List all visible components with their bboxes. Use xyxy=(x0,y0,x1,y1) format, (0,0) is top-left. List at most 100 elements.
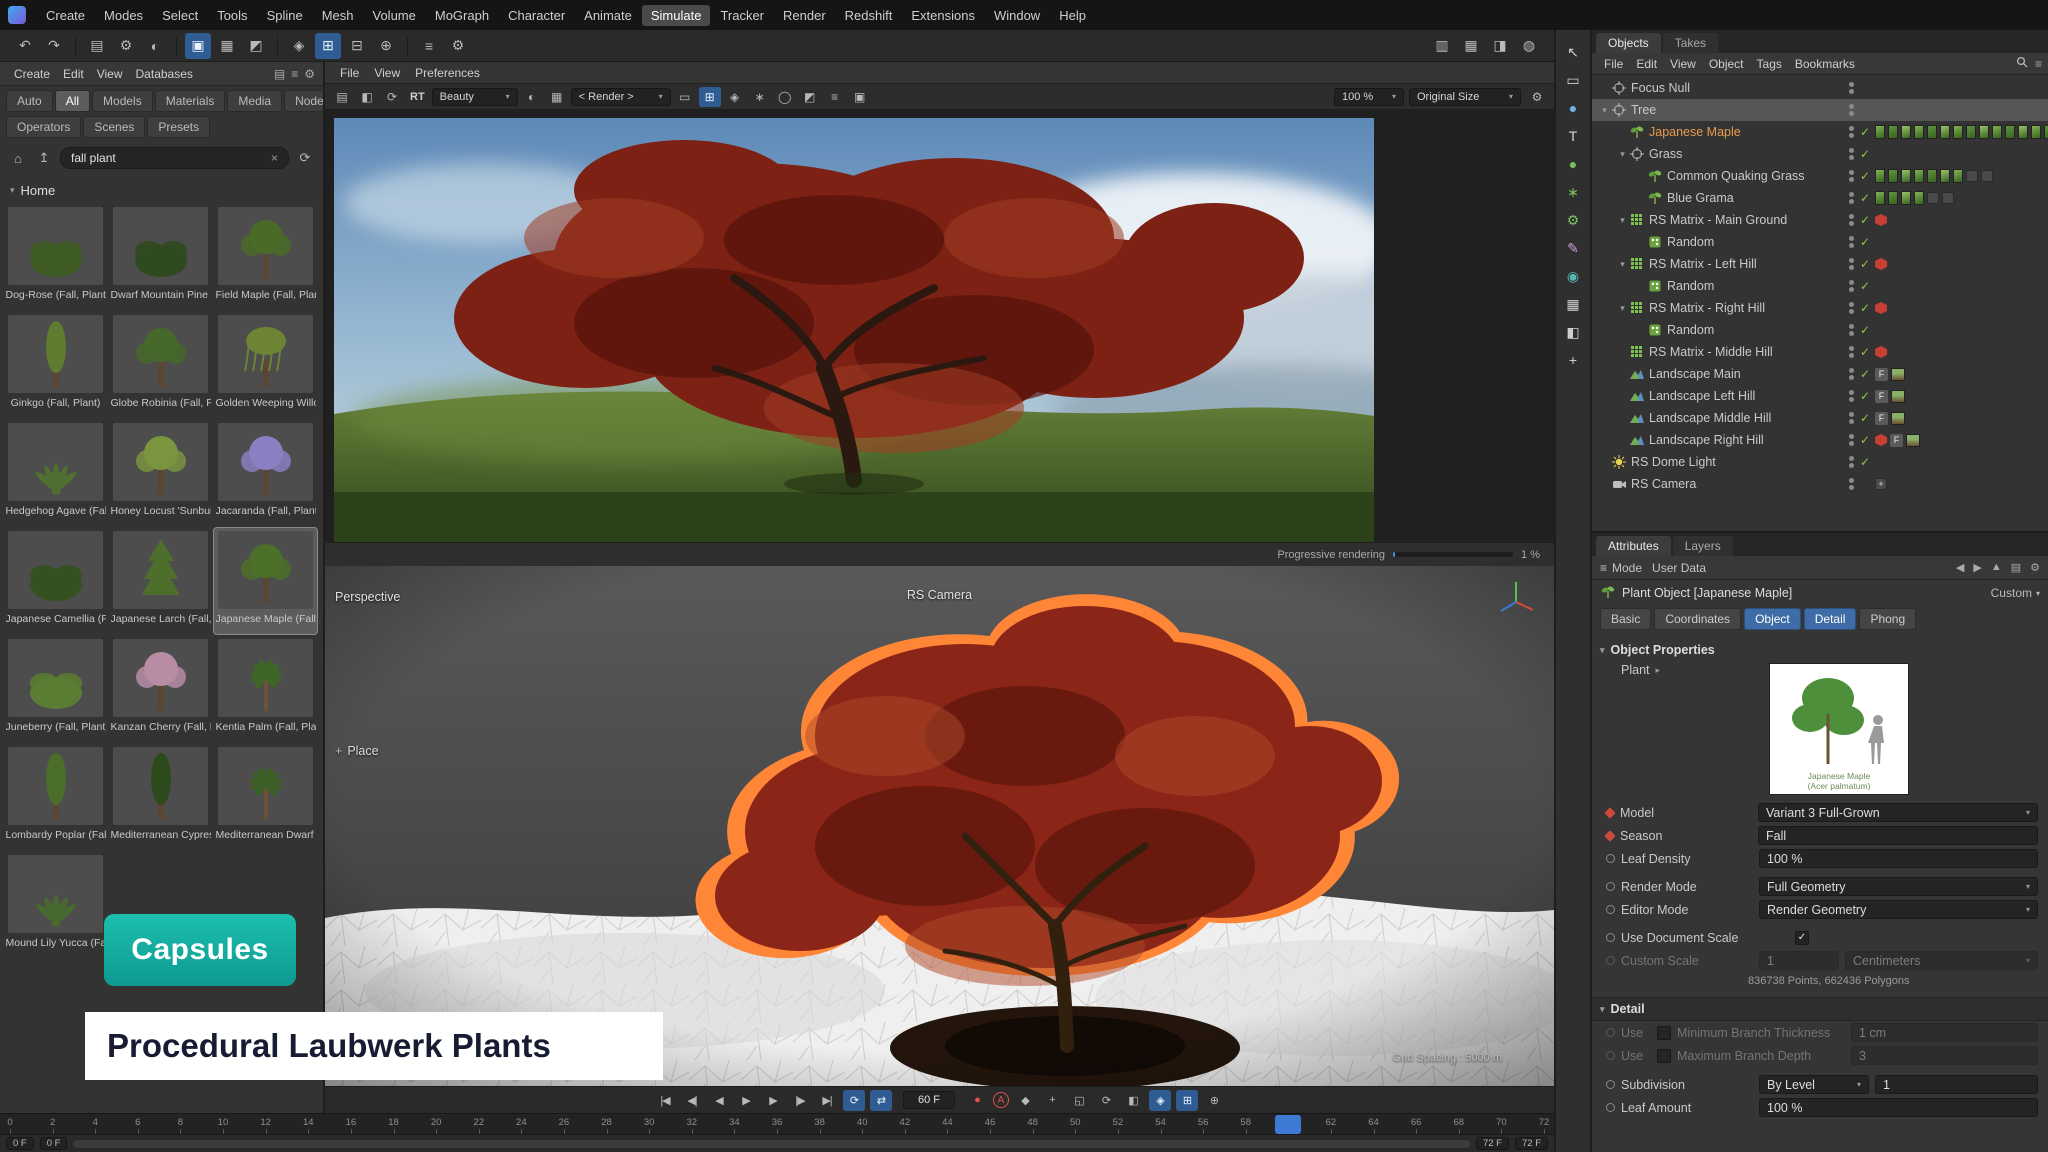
snap-icon[interactable]: ⊞ xyxy=(315,33,341,59)
gear-icon[interactable]: ⚙ xyxy=(2030,561,2040,574)
enable-check-icon[interactable]: ✓ xyxy=(1858,345,1872,359)
om-menu-edit[interactable]: Edit xyxy=(1630,55,1663,73)
section-tab-coordinates[interactable]: Coordinates xyxy=(1654,608,1741,630)
asset-item-dwarf-mountain-pine[interactable]: Dwarf Mountain Pine (... xyxy=(109,204,212,310)
material-swatch[interactable] xyxy=(1927,125,1937,139)
select-tool-icon[interactable]: ↖ xyxy=(1560,40,1586,64)
render-settings-icon[interactable]: ⚙ xyxy=(113,33,139,59)
quantize-button[interactable]: ⊞ xyxy=(1176,1090,1198,1111)
expand-icon[interactable]: ▾ xyxy=(1616,149,1629,160)
om-menu-bookmarks[interactable]: Bookmarks xyxy=(1789,55,1861,73)
visibility-dots[interactable] xyxy=(1847,412,1855,424)
visibility-dots[interactable] xyxy=(1847,126,1855,138)
keyframe-dot-icon[interactable] xyxy=(1606,882,1615,891)
asset-item-mound-lily-yucca-fall[interactable]: Mound Lily Yucca (Fall... xyxy=(4,852,107,958)
asset-item-dog-rose-fall-plant[interactable]: Dog-Rose (Fall, Plant) xyxy=(4,204,107,310)
object-properties-header[interactable]: ▾ Object Properties xyxy=(1592,637,2048,661)
material-swatch[interactable] xyxy=(1875,125,1885,139)
pv-icon[interactable]: ▣ xyxy=(849,87,871,107)
tag-icon[interactable] xyxy=(1927,192,1939,204)
menu-tools[interactable]: Tools xyxy=(208,5,256,26)
settings-icon[interactable]: ⚙ xyxy=(445,33,471,59)
enable-check-icon[interactable]: ✓ xyxy=(1858,301,1872,315)
enable-check-icon[interactable]: ✓ xyxy=(1858,367,1872,381)
menu-select[interactable]: Select xyxy=(153,5,207,26)
material-swatch[interactable] xyxy=(2044,125,2048,139)
go-to-start-button[interactable]: |◀ xyxy=(654,1090,676,1111)
render-mode-dropdown[interactable]: Full Geometry ▾ xyxy=(1759,877,2038,896)
text-tool-icon[interactable]: T xyxy=(1560,124,1586,148)
enable-check-icon[interactable]: ✓ xyxy=(1858,323,1872,337)
model-mode-icon[interactable]: ▣ xyxy=(185,33,211,59)
layout-quad-icon[interactable]: ▦ xyxy=(1458,33,1484,59)
object-row-rs-matrix-middle-hill[interactable]: RS Matrix - Middle Hill✓ xyxy=(1592,341,2048,363)
material-swatch[interactable] xyxy=(2031,125,2041,139)
prev-key-button[interactable]: ◀| xyxy=(681,1090,703,1111)
filter-tab-models[interactable]: Models xyxy=(92,90,153,112)
filter-tab-all[interactable]: All xyxy=(55,90,90,112)
mode-menu[interactable]: ≡ Mode xyxy=(1600,561,1642,575)
camera-label[interactable]: RS Camera xyxy=(325,588,1554,602)
category-tab-operators[interactable]: Operators xyxy=(6,116,81,138)
filter-icon[interactable]: ≡ xyxy=(2035,57,2042,71)
material-swatch[interactable] xyxy=(1914,169,1924,183)
material-swatch[interactable] xyxy=(1888,169,1898,183)
asset-item-mediterranean-dwarf[interactable]: Mediterranean Dwarf ... xyxy=(214,744,317,850)
material-swatch[interactable] xyxy=(1966,125,1976,139)
search-icon[interactable] xyxy=(2016,56,2028,71)
refresh-icon[interactable]: ⟳ xyxy=(381,87,403,107)
object-row-japanese-maple[interactable]: Japanese Maple✓ xyxy=(1592,121,2048,143)
perspective-viewport[interactable]: Perspective RS Camera + Place Grid Spaci… xyxy=(325,566,1554,1086)
undo-icon[interactable]: ↶ xyxy=(12,33,38,59)
section-tab-detail[interactable]: Detail xyxy=(1804,608,1857,630)
history-icon[interactable]: ≡ xyxy=(824,87,846,107)
key-rotation-button[interactable]: ⟳ xyxy=(1095,1090,1117,1111)
expand-icon[interactable]: ▾ xyxy=(1598,105,1611,116)
list-view-icon[interactable]: ≡ xyxy=(291,67,298,81)
material-swatch[interactable] xyxy=(1891,412,1905,425)
enable-check-icon[interactable]: ✓ xyxy=(1858,213,1872,227)
measure-icon[interactable]: + xyxy=(1560,348,1586,372)
visibility-dots[interactable] xyxy=(1847,434,1855,446)
menu-create[interactable]: Create xyxy=(37,5,94,26)
play-button[interactable]: ▶ xyxy=(735,1090,757,1111)
filter-tab-media[interactable]: Media xyxy=(227,90,282,112)
forward-icon[interactable]: ▶ xyxy=(1973,561,1981,574)
back-icon[interactable]: ◀ xyxy=(1956,561,1964,574)
tag-icon[interactable] xyxy=(1942,192,1954,204)
enable-check-icon[interactable]: ✓ xyxy=(1858,235,1872,249)
object-row-landscape-right-hill[interactable]: Landscape Right Hill✓F xyxy=(1592,429,2048,451)
material-swatch[interactable] xyxy=(1940,125,1950,139)
visibility-dots[interactable] xyxy=(1847,236,1855,248)
folder-up-icon[interactable]: ↥ xyxy=(34,148,54,168)
visibility-dots[interactable] xyxy=(1847,280,1855,292)
tag-icon[interactable] xyxy=(1981,170,1993,182)
ab-menu-create[interactable]: Create xyxy=(8,65,56,83)
timeline-ruler[interactable]: 0246810121416182022242628303234363840424… xyxy=(0,1113,1554,1134)
asset-item-kentia-palm-fall-plant[interactable]: Kentia Palm (Fall, Plant) xyxy=(214,636,317,742)
field-icon[interactable]: ◉ xyxy=(1560,264,1586,288)
material-swatch[interactable] xyxy=(1901,191,1911,205)
preview-end-field[interactable]: 72 F xyxy=(1476,1137,1509,1150)
model-dropdown[interactable]: Variant 3 Full-Grown ▾ xyxy=(1758,803,2038,822)
visibility-dots[interactable] xyxy=(1847,170,1855,182)
grid-icon[interactable]: ⊞ xyxy=(699,87,721,107)
visibility-dots[interactable] xyxy=(1847,82,1855,94)
object-row-rs-dome-light[interactable]: RS Dome Light✓ xyxy=(1592,451,2048,473)
interactive-render-icon[interactable]: ◐ xyxy=(142,33,168,59)
object-row-random[interactable]: Random✓ xyxy=(1592,319,2048,341)
protection-tag-icon[interactable]: + xyxy=(1875,478,1887,490)
max-branch-checkbox[interactable] xyxy=(1657,1049,1671,1063)
pass-dropdown[interactable]: Beauty▾ xyxy=(432,88,518,106)
dynamics-icon[interactable]: ⚙ xyxy=(1560,208,1586,232)
visibility-dots[interactable] xyxy=(1847,324,1855,336)
object-row-random[interactable]: Random✓ xyxy=(1592,275,2048,297)
min-branch-checkbox[interactable] xyxy=(1657,1026,1671,1040)
renderer-dropdown[interactable]: < Render >▾ xyxy=(571,88,671,106)
expand-icon[interactable]: ▾ xyxy=(1616,303,1629,314)
range-slider[interactable] xyxy=(73,1140,1470,1148)
axis-gizmo[interactable] xyxy=(1494,578,1538,625)
region-icon[interactable]: ▭ xyxy=(674,87,696,107)
workplane-icon[interactable]: ◩ xyxy=(243,33,269,59)
om-tab-takes[interactable]: Takes xyxy=(1663,33,1718,53)
